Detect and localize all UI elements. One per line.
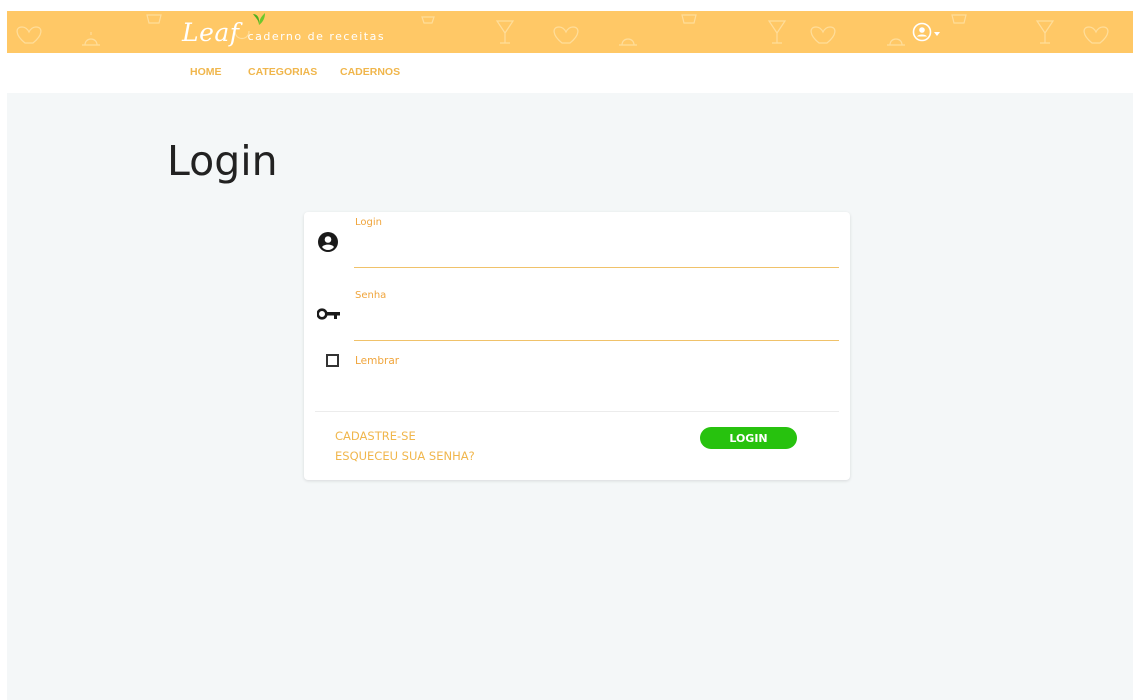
remember-checkbox[interactable] — [326, 354, 339, 367]
food-pattern-background — [16, 14, 1109, 46]
register-link[interactable]: CADASTRE-SE — [335, 429, 416, 443]
brand-logo[interactable]: Leaf caderno de receitas — [182, 12, 385, 52]
page-title: Login — [167, 137, 278, 185]
nav-item-home[interactable]: HOME — [190, 66, 222, 78]
nav-item-categorias[interactable]: CATEGORIAS — [248, 66, 317, 78]
account-circle-icon — [318, 232, 338, 252]
card-divider — [315, 411, 839, 412]
main-nav: HOME CATEGORIAS CADERNOS — [7, 53, 1133, 93]
remember-label: Lembrar — [355, 355, 400, 367]
password-input[interactable] — [354, 318, 839, 341]
account-menu-button[interactable] — [912, 22, 941, 42]
leaf-icon — [253, 13, 265, 25]
login-label: Login — [355, 217, 382, 228]
password-label: Senha — [355, 290, 387, 301]
login-button[interactable]: LOGIN — [700, 427, 797, 449]
caret-down-icon — [934, 31, 940, 36]
login-input[interactable] — [354, 245, 839, 268]
header-bar: Leaf caderno de receitas — [7, 11, 1133, 53]
forgot-password-link[interactable]: ESQUECEU SUA SENHA? — [335, 449, 475, 463]
nav-item-cadernos[interactable]: CADERNOS — [340, 66, 400, 78]
key-icon — [317, 308, 340, 320]
brand-name: Leaf — [182, 17, 240, 47]
login-card: Login Senha Lembrar CADASTRE-SE ESQUECEU… — [304, 212, 850, 480]
brand-tagline: caderno de receitas — [247, 29, 386, 43]
account-circle-icon — [912, 22, 932, 42]
